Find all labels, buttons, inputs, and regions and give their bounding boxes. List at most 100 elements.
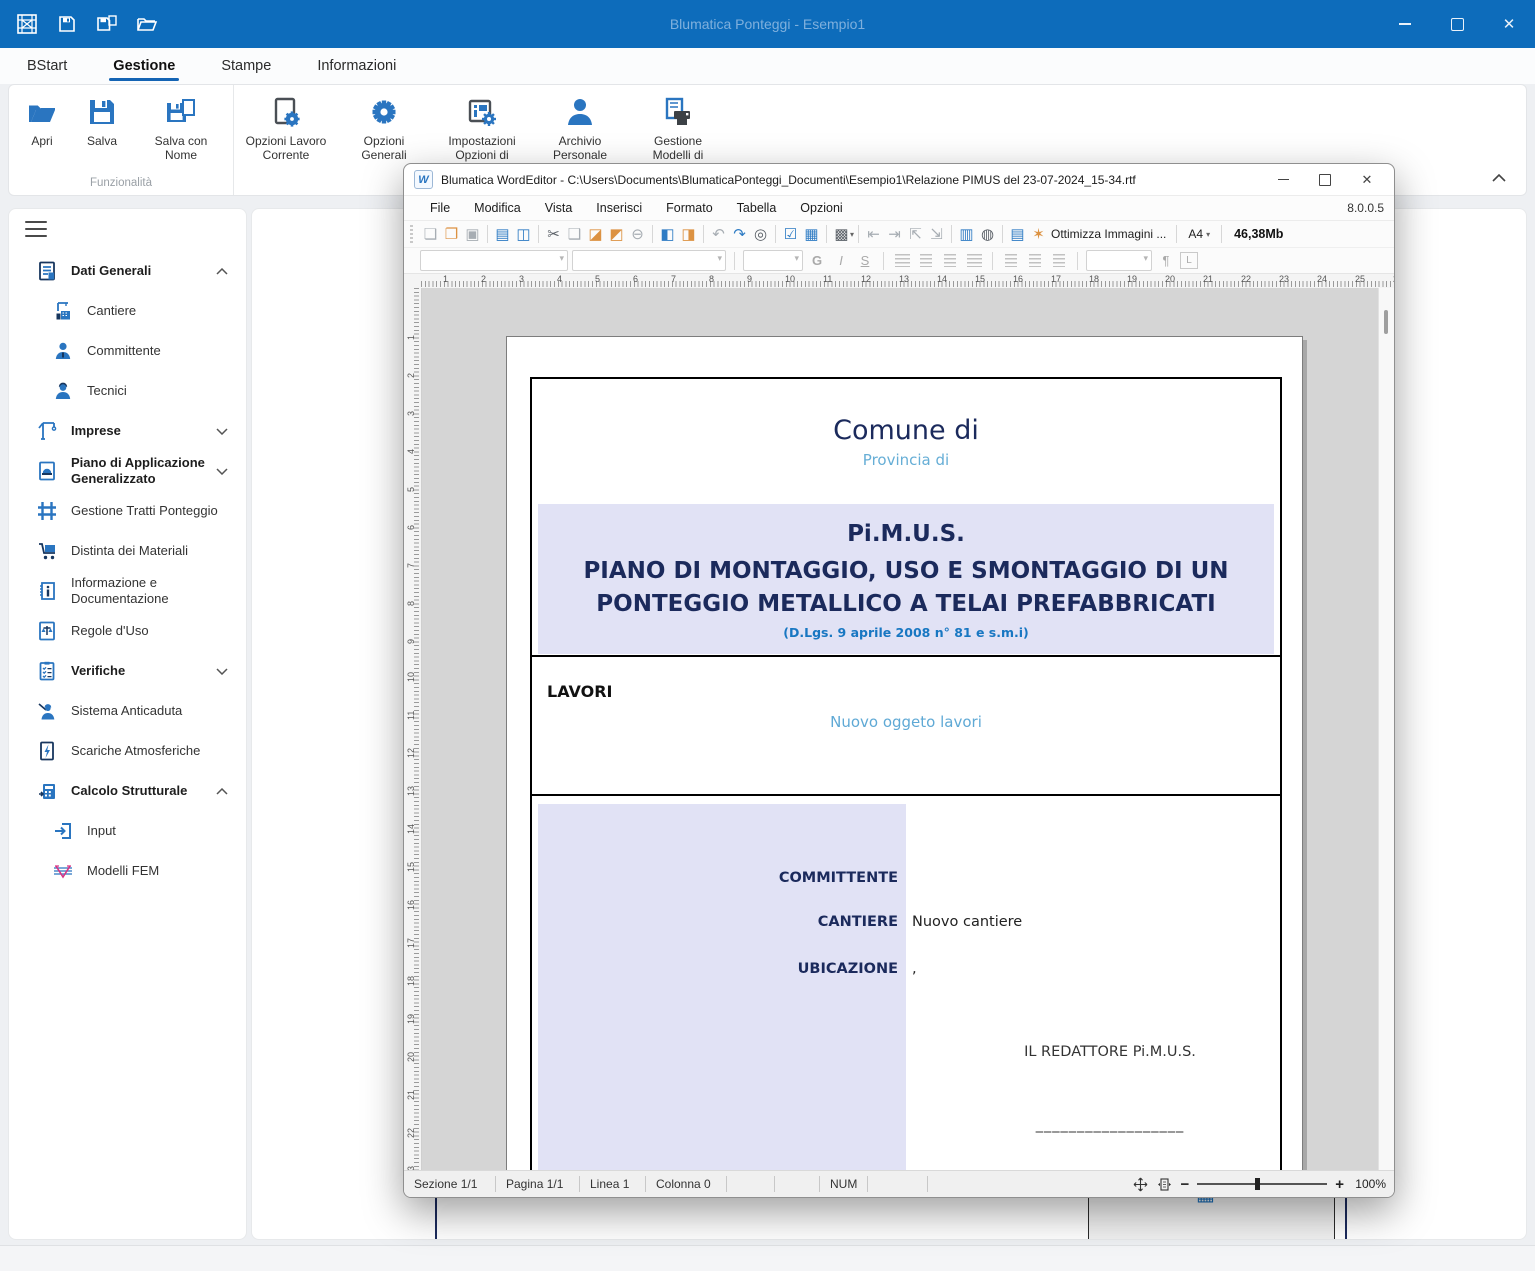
optimize-wand-icon[interactable]: ✶ [1028, 224, 1049, 245]
menu-item-opzioni[interactable]: Opzioni [800, 201, 842, 215]
zoom-slider-thumb[interactable] [1255, 1178, 1260, 1190]
numbered-list-icon[interactable] [1025, 251, 1045, 271]
cut-icon[interactable]: ✂ [543, 224, 564, 245]
align-right-icon[interactable] [940, 251, 960, 271]
chevron-up-icon[interactable] [216, 782, 228, 800]
align-left-icon[interactable] [892, 251, 912, 271]
bullet-list-icon[interactable] [1001, 251, 1021, 271]
zoom-out-button[interactable]: − [1180, 1177, 1189, 1192]
sidebar-item-input[interactable]: Input [9, 811, 246, 851]
chevron-down-icon[interactable] [216, 662, 228, 680]
ruler-toggle-button[interactable]: L [1180, 252, 1198, 269]
chevron-down-icon[interactable] [216, 422, 228, 440]
paste-icon[interactable]: ◩ [606, 224, 627, 245]
sidebar-item-scariche-atmosferiche[interactable]: Scariche Atmosferiche [9, 731, 246, 771]
delete-icon[interactable]: ⊖ [627, 224, 648, 245]
borders-icon[interactable]: ▩ [831, 224, 852, 245]
tab-informazioni[interactable]: Informazioni [315, 52, 398, 80]
collapse-ribbon-chevron-icon[interactable] [1488, 169, 1510, 187]
copy-icon[interactable]: ❑ [564, 224, 585, 245]
vertical-scrollbar[interactable] [1378, 288, 1394, 1173]
scrollbar-thumb[interactable] [1384, 310, 1388, 334]
sidebar-item-informazione-documentazione[interactable]: Informazione e Documentazione [9, 571, 246, 611]
clipboard-icon[interactable]: ◨ [678, 224, 699, 245]
print-preview-icon[interactable]: ◫ [513, 224, 534, 245]
indent-left-icon[interactable]: ⇤ [863, 224, 884, 245]
indent-right-icon[interactable]: ⇥ [884, 224, 905, 245]
close-button[interactable]: ✕ [1483, 0, 1535, 48]
table-icon[interactable]: ▦ [801, 224, 822, 245]
print-icon[interactable]: ▤ [492, 224, 513, 245]
sidebar-item-distinta-materiali[interactable]: Distinta dei Materiali [9, 531, 246, 571]
save-as-icon[interactable] [94, 11, 120, 37]
wordeditor-titlebar[interactable]: W Blumatica WordEditor - C:\Users\Docume… [404, 164, 1394, 195]
align-center-icon[interactable] [916, 251, 936, 271]
sidebar-item-calcolo-strutturale[interactable]: Calcolo Strutturale [9, 771, 246, 811]
zoom-slider[interactable] [1197, 1183, 1327, 1185]
bold-button[interactable]: G [807, 251, 827, 271]
ribbon-button-apri[interactable]: Apri [15, 91, 69, 153]
sidebar-item-tecnici[interactable]: Tecnici [9, 371, 246, 411]
ribbon-button-opzioni-lavoro-corrente[interactable]: Opzioni Lavoro Corrente [240, 91, 332, 167]
zoom-page-icon[interactable]: ◍ [977, 224, 998, 245]
tab-stampe[interactable]: Stampe [219, 52, 273, 80]
sidebar-item-committente[interactable]: Committente [9, 331, 246, 371]
close-button[interactable]: ✕ [1346, 164, 1388, 195]
tab-gestione[interactable]: Gestione [111, 52, 177, 80]
underline-button[interactable]: S [855, 251, 875, 271]
page-size-select[interactable]: A4▾ [1181, 225, 1217, 243]
sidebar-item-verifiche[interactable]: Verifiche [9, 651, 246, 691]
ribbon-button-salva-con-nome[interactable]: Salva con Nome [135, 91, 227, 167]
align-justify-icon[interactable] [964, 251, 984, 271]
pilcrow-button[interactable]: ¶ [1156, 251, 1176, 271]
paste-word-icon[interactable]: ◪ [585, 224, 606, 245]
menu-item-modifica[interactable]: Modifica [474, 201, 521, 215]
ribbon-button-archivio-personale[interactable]: Archivio Personale [534, 91, 626, 167]
chevron-down-icon[interactable] [216, 462, 228, 480]
insert-row-icon[interactable]: ⇱ [905, 224, 926, 245]
menu-item-formato[interactable]: Formato [666, 201, 713, 215]
sidebar-item-imprese[interactable]: Imprese [9, 411, 246, 451]
ribbon-button-salva[interactable]: Salva [75, 91, 129, 153]
style-select[interactable] [420, 250, 568, 271]
maximize-button[interactable] [1431, 0, 1483, 48]
sidebar-item-cantiere[interactable]: Cantiere [9, 291, 246, 331]
page-text-icon[interactable]: ▥ [956, 224, 977, 245]
pan-mode-icon[interactable] [1132, 1176, 1148, 1192]
dropdown-arrow-icon[interactable]: ▾ [850, 230, 854, 239]
sidebar-item-dati-generali[interactable]: Dati Generali [9, 251, 246, 291]
maximize-button[interactable] [1304, 164, 1346, 195]
optimize-images-button[interactable]: Ottimizza Immagini ... [1051, 227, 1166, 241]
font-select[interactable] [572, 250, 726, 271]
save-icon[interactable]: ▣ [462, 224, 483, 245]
find-icon[interactable]: ◎ [750, 224, 771, 245]
redo-icon[interactable]: ↷ [729, 224, 750, 245]
open-icon[interactable]: ❐ [441, 224, 462, 245]
save-icon[interactable] [54, 11, 80, 37]
spellcheck-icon[interactable]: ☑ [780, 224, 801, 245]
delete-row-icon[interactable]: ⇲ [926, 224, 947, 245]
minimize-button[interactable] [1262, 164, 1304, 195]
zoom-in-button[interactable]: + [1335, 1177, 1344, 1192]
sidebar-item-gestione-tratti-ponteggio[interactable]: Gestione Tratti Ponteggio [9, 491, 246, 531]
multilevel-list-icon[interactable] [1049, 251, 1069, 271]
new-document-icon[interactable]: ❏ [420, 224, 441, 245]
minimize-button[interactable] [1379, 0, 1431, 48]
font-size-select[interactable] [743, 250, 803, 271]
menu-item-inserisci[interactable]: Inserisci [596, 201, 642, 215]
sidebar-item-regole-duso[interactable]: Regole d'Uso [9, 611, 246, 651]
zoom-select[interactable] [1086, 250, 1152, 271]
document-page[interactable]: Comune di Provincia di Pi.M.U.S. PIANO D… [506, 336, 1303, 1173]
menu-item-file[interactable]: File [430, 201, 450, 215]
list-settings-icon[interactable]: ▤ [1007, 224, 1028, 245]
italic-button[interactable]: I [831, 251, 851, 271]
insert-page-icon[interactable]: ◧ [657, 224, 678, 245]
sidebar-item-sistema-anticaduta[interactable]: Sistema Anticaduta [9, 691, 246, 731]
fit-page-icon[interactable] [1156, 1176, 1172, 1192]
undo-icon[interactable]: ↶ [708, 224, 729, 245]
sidebar-item-modelli-fem[interactable]: Modelli FEM [9, 851, 246, 891]
chevron-up-icon[interactable] [216, 262, 228, 280]
tab-bstart[interactable]: BStart [25, 52, 69, 80]
menu-item-vista[interactable]: Vista [545, 201, 573, 215]
menu-item-tabella[interactable]: Tabella [737, 201, 777, 215]
